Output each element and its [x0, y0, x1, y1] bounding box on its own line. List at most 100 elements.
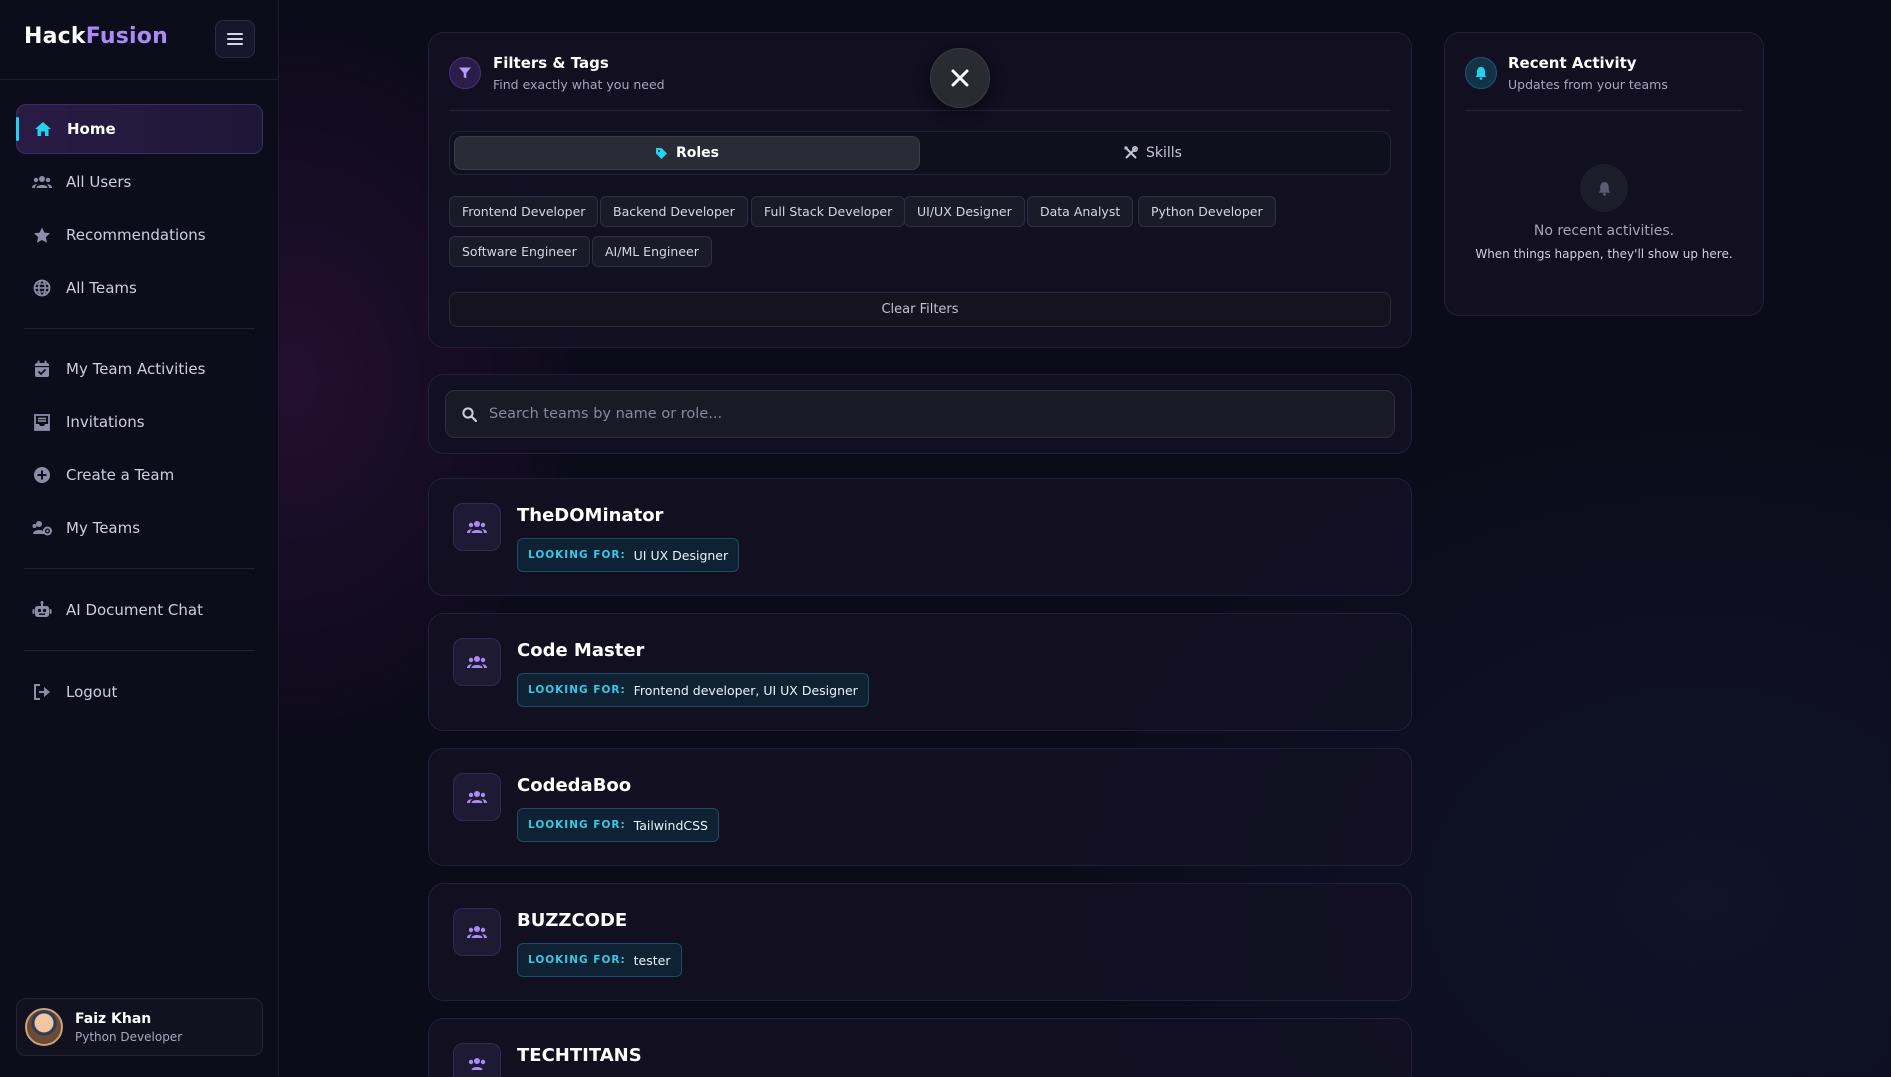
empty-activity-title: No recent activities. — [1533, 223, 1675, 239]
team-name: TECHTITANS — [517, 1045, 642, 1066]
sidebar-item-label: My Teams — [66, 519, 141, 537]
filters-divider — [449, 110, 1391, 111]
looking-for-value: tester — [633, 952, 671, 968]
looking-for-badge: LOOKING FOR: tester — [517, 943, 682, 977]
team-card[interactable]: CodedaBoo LOOKING FOR: TailwindCSS — [428, 748, 1412, 866]
sidebar-item-label: My Team Activities — [66, 360, 206, 378]
filter-chip[interactable]: Frontend Developer — [449, 196, 599, 227]
filter-tabs: Roles Skills — [449, 131, 1391, 175]
sidebar-item-invitations[interactable]: Invitations — [16, 397, 263, 447]
looking-for-badge: LOOKING FOR: TailwindCSS — [517, 808, 719, 842]
sidebar-item-label: Logout — [66, 683, 118, 701]
sidebar-item-label: Home — [67, 120, 116, 138]
looking-for-label: LOOKING FOR: — [528, 684, 626, 696]
brand-part-hack: Hack — [24, 24, 86, 49]
filter-icon — [449, 57, 481, 89]
sidebar-separator — [24, 568, 255, 569]
looking-for-badge: LOOKING FOR: Frontend developer, UI UX D… — [517, 673, 869, 707]
filter-chip[interactable]: Python Developer — [1138, 196, 1276, 227]
tag-icon — [655, 147, 668, 160]
sidebar-item-my-team-activities[interactable]: My Team Activities — [16, 344, 263, 394]
tab-label: Skills — [1146, 145, 1182, 161]
calendar-check-icon — [32, 359, 52, 379]
sidebar-item-recommendations[interactable]: Recommendations — [16, 210, 263, 260]
sidebar-separator — [24, 328, 255, 329]
team-name: Code Master — [517, 640, 645, 661]
looking-for-value: Frontend developer, UI UX Designer — [633, 682, 858, 698]
inbox-icon — [32, 412, 52, 432]
team-users-icon — [453, 773, 501, 821]
filter-chip[interactable]: Full Stack Developer — [751, 196, 906, 227]
sidebar-item-logout[interactable]: Logout — [16, 667, 263, 717]
sidebar-item-label: Create a Team — [66, 466, 175, 484]
filter-chip[interactable]: Software Engineer — [449, 236, 590, 267]
clear-filters-button[interactable]: Clear Filters — [449, 292, 1391, 327]
sidebar-item-label: AI Document Chat — [66, 601, 203, 619]
sidebar-item-ai-document-chat[interactable]: AI Document Chat — [16, 585, 263, 635]
users-cog-icon — [32, 518, 52, 538]
sidebar: HackFusion Home All Users Recommendation… — [0, 0, 279, 1077]
plus-circle-icon — [32, 465, 52, 485]
team-users-icon — [453, 503, 501, 551]
sidebar-item-label: Invitations — [66, 413, 145, 431]
sidebar-item-all-users[interactable]: All Users — [16, 157, 263, 207]
team-users-icon — [453, 1043, 501, 1077]
filter-chip[interactable]: Backend Developer — [600, 196, 748, 227]
globe-icon — [32, 278, 52, 298]
sidebar-item-my-teams[interactable]: My Teams — [16, 503, 263, 553]
star-icon — [32, 225, 52, 245]
user-profile-card[interactable]: Faiz Khan Python Developer — [16, 998, 263, 1056]
filter-chip[interactable]: Data Analyst — [1027, 196, 1134, 227]
team-card[interactable]: TECHTITANS — [428, 1018, 1412, 1077]
search-icon — [462, 406, 477, 422]
looking-for-value: UI UX Designer — [633, 547, 729, 563]
team-name: CodedaBoo — [517, 775, 632, 796]
sidebar-divider — [0, 79, 279, 80]
home-icon — [33, 119, 53, 139]
user-role: Python Developer — [75, 1029, 183, 1044]
close-icon — [951, 69, 969, 87]
user-name: Faiz Khan — [75, 1010, 152, 1027]
team-users-icon — [453, 908, 501, 956]
tools-icon — [1124, 146, 1138, 160]
menu-toggle-button[interactable] — [215, 20, 255, 58]
filter-chip[interactable]: UI/UX Designer — [904, 196, 1025, 227]
search-input[interactable] — [489, 406, 1369, 422]
team-users-icon — [453, 638, 501, 686]
bell-icon — [1465, 57, 1497, 89]
logout-icon — [32, 682, 52, 702]
looking-for-value: TailwindCSS — [633, 817, 708, 833]
filters-title: Filters & Tags — [493, 54, 609, 72]
robot-icon — [32, 600, 52, 620]
sidebar-item-label: Recommendations — [66, 226, 206, 244]
empty-bell-icon — [1580, 164, 1628, 212]
looking-for-label: LOOKING FOR: — [528, 549, 626, 561]
sidebar-item-all-teams[interactable]: All Teams — [16, 263, 263, 313]
brand-part-fusion: Fusion — [85, 24, 168, 49]
hamburger-icon — [227, 33, 243, 45]
team-card[interactable]: TheDOMinator LOOKING FOR: UI UX Designer — [428, 478, 1412, 596]
filters-subtitle: Find exactly what you need — [493, 77, 665, 92]
empty-activity-subtitle: When things happen, they'll show up here… — [1475, 247, 1733, 261]
team-card[interactable]: BUZZCODE LOOKING FOR: tester — [428, 883, 1412, 1001]
users-icon — [32, 172, 52, 192]
activity-subtitle: Updates from your teams — [1508, 77, 1668, 92]
tab-label: Roles — [675, 145, 720, 161]
sidebar-item-create-a-team[interactable]: Create a Team — [16, 450, 263, 500]
looking-for-label: LOOKING FOR: — [528, 819, 626, 831]
sidebar-item-label: All Users — [66, 173, 132, 191]
activity-divider — [1465, 110, 1743, 111]
brand-logo[interactable]: HackFusion — [24, 24, 168, 49]
looking-for-label: LOOKING FOR: — [528, 954, 626, 966]
tab-skills[interactable]: Skills — [920, 136, 1386, 170]
close-button[interactable] — [930, 48, 990, 108]
filter-chip[interactable]: AI/ML Engineer — [592, 236, 712, 267]
sidebar-item-label: All Teams — [66, 279, 137, 297]
team-name: BUZZCODE — [517, 910, 628, 931]
sidebar-item-home[interactable]: Home — [16, 104, 263, 154]
activity-title: Recent Activity — [1508, 54, 1637, 72]
team-name: TheDOMinator — [517, 505, 664, 526]
search-field[interactable] — [445, 390, 1395, 438]
team-card[interactable]: Code Master LOOKING FOR: Frontend develo… — [428, 613, 1412, 731]
tab-roles[interactable]: Roles — [454, 136, 920, 170]
